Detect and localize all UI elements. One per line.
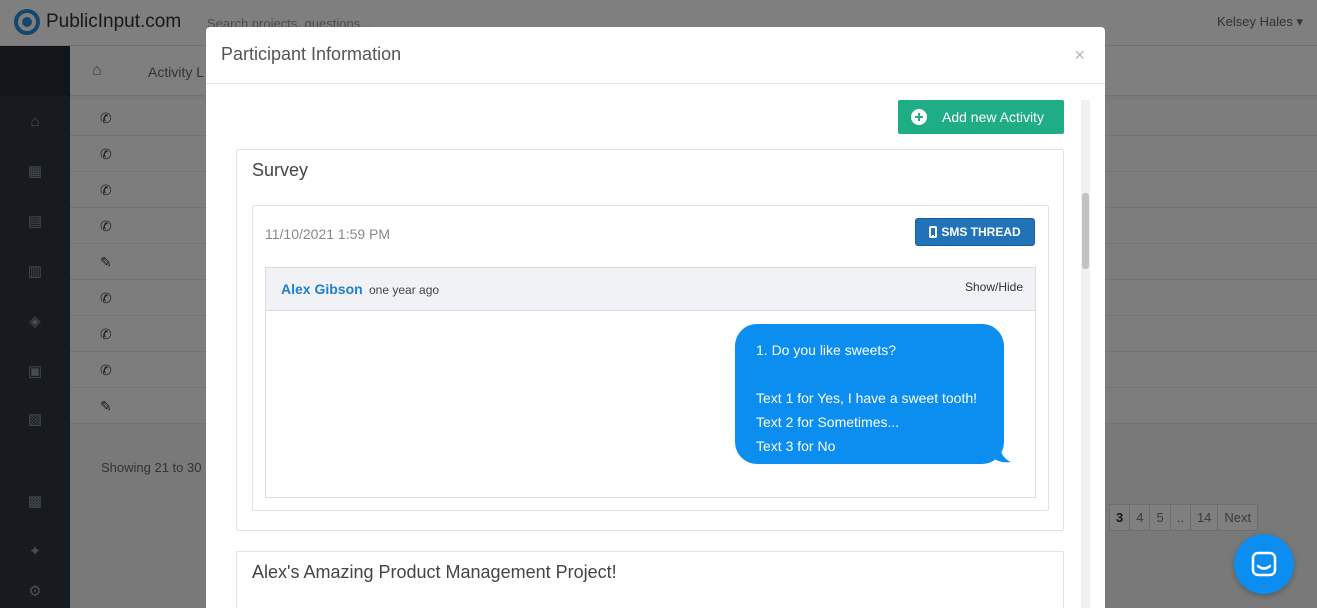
message-line: Text 3 for No: [756, 438, 836, 454]
plus-circle-icon: [911, 109, 927, 125]
sms-thread: Alex Gibson one year ago Show/Hide 1. Do…: [265, 267, 1036, 498]
project-panel: Alex's Amazing Product Management Projec…: [236, 551, 1064, 608]
modal-header: Participant Information ×: [206, 27, 1105, 84]
modal-scrollbar[interactable]: [1081, 100, 1090, 608]
participant-name-link[interactable]: Alex Gibson: [281, 281, 363, 297]
activity-timestamp: 11/10/2021 1:59 PM: [265, 226, 391, 242]
sms-thread-button[interactable]: SMS THREAD: [915, 218, 1035, 246]
scrollbar-thumb[interactable]: [1082, 193, 1089, 269]
message-line: Text 1 for Yes, I have a sweet tooth!: [756, 390, 978, 406]
close-icon[interactable]: ×: [1074, 45, 1085, 66]
activity-card: 11/10/2021 1:59 PM SMS THREAD Alex Gibso…: [252, 205, 1049, 511]
thread-time-ago: one year ago: [369, 283, 440, 297]
chat-launcher-button[interactable]: [1234, 534, 1294, 594]
sms-thread-label: SMS THREAD: [941, 225, 1021, 239]
message-line: 1. Do you like sweets?: [756, 342, 897, 358]
chat-icon: [1251, 551, 1277, 577]
modal-body: Add new Activity Survey 11/10/2021 1:59 …: [206, 84, 1105, 608]
survey-panel-title: Survey: [252, 160, 309, 180]
message-line: [756, 362, 983, 386]
message-bubble: 1. Do you like sweets? Text 1 for Yes, I…: [735, 324, 1004, 464]
bubble-tail: [991, 444, 1011, 463]
mobile-phone-icon: [929, 226, 938, 238]
participant-info-modal: Participant Information × Add new Activi…: [206, 27, 1105, 608]
show-hide-toggle[interactable]: Show/Hide: [965, 280, 1023, 294]
message-line: Text 2 for Sometimes...: [756, 414, 900, 430]
modal-title: Participant Information: [221, 44, 402, 64]
add-activity-label: Add new Activity: [942, 109, 1044, 125]
add-activity-button[interactable]: Add new Activity: [898, 100, 1064, 134]
thread-header: Alex Gibson one year ago Show/Hide: [266, 268, 1035, 311]
project-panel-title: Alex's Amazing Product Management Projec…: [252, 562, 617, 582]
survey-panel: Survey 11/10/2021 1:59 PM SMS THREAD Ale…: [236, 149, 1064, 531]
